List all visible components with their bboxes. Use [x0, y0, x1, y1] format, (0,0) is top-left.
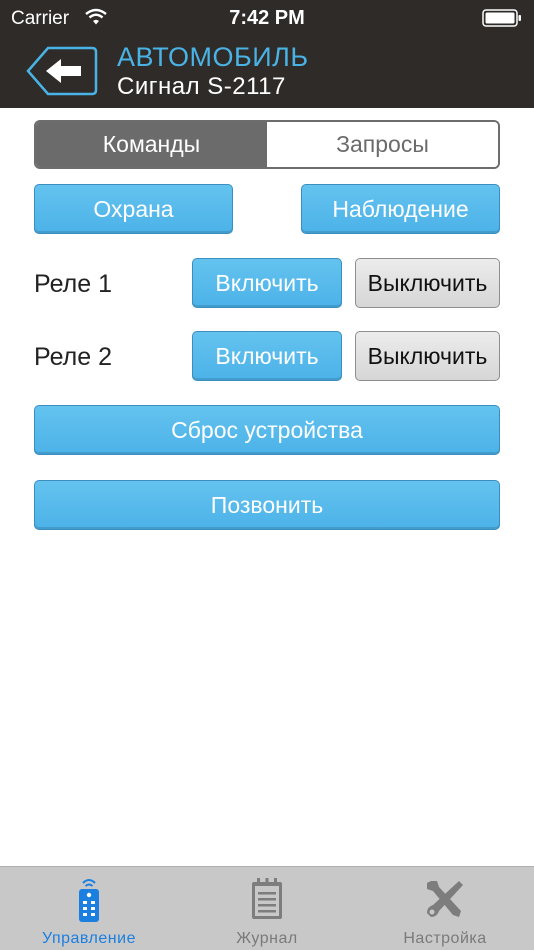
watch-button[interactable]: Наблюдение — [301, 184, 500, 234]
back-button[interactable] — [26, 46, 98, 96]
tab-commands[interactable]: Команды — [36, 122, 267, 167]
relay-1-off-button[interactable]: Выключить — [355, 258, 500, 308]
call-button[interactable]: Позвонить — [34, 480, 500, 530]
tab-bar: Управление Журнал Настройка — [0, 866, 534, 950]
tabbar-label-settings: Настройка — [403, 930, 487, 947]
relay-1-label: Реле 1 — [34, 270, 112, 298]
app-header: Carrier 7:42 PM АВТОМОБИЛЬ Сигнал S-2117 — [0, 0, 534, 108]
tabbar-label-control: Управление — [42, 930, 136, 947]
notepad-icon — [252, 878, 282, 919]
tools-icon — [427, 881, 463, 917]
relay-2-label: Реле 2 — [34, 343, 112, 371]
tabbar-label-journal: Журнал — [236, 930, 298, 947]
reset-device-button[interactable]: Сброс устройства — [34, 405, 500, 455]
nav-title: АВТОМОБИЛЬ — [117, 42, 309, 72]
status-bar: Carrier 7:42 PM — [0, 0, 534, 36]
relay-2-on-button[interactable]: Включить — [192, 331, 342, 381]
battery-icon — [482, 9, 521, 27]
guard-button[interactable]: Охрана — [34, 184, 233, 234]
status-time: 7:42 PM — [229, 7, 305, 29]
tab-requests[interactable]: Запросы — [267, 122, 498, 167]
relay-2-off-button[interactable]: Выключить — [355, 331, 500, 381]
tabbar-item-journal[interactable]: Журнал — [178, 867, 356, 950]
segmented-control: Команды Запросы — [34, 120, 500, 169]
remote-control-icon — [79, 879, 99, 922]
tabbar-item-settings[interactable]: Настройка — [356, 867, 534, 950]
relay-1-on-button[interactable]: Включить — [192, 258, 342, 308]
nav-subtitle: Сигнал S-2117 — [117, 73, 286, 100]
tabbar-item-control[interactable]: Управление — [0, 867, 178, 950]
